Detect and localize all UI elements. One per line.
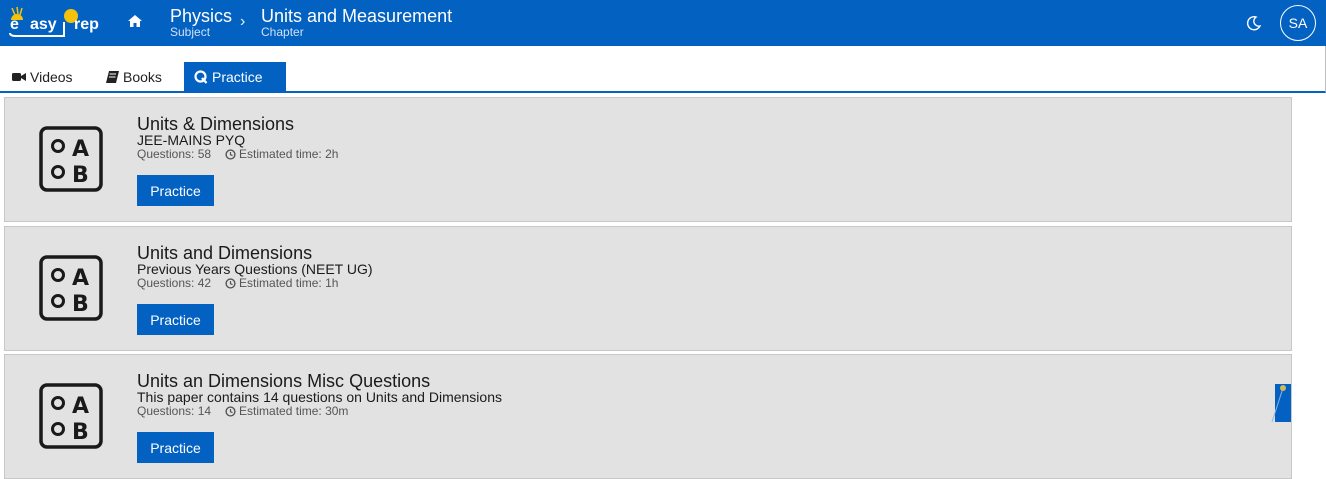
moon-icon[interactable] bbox=[1245, 14, 1263, 32]
practice-button[interactable]: Practice bbox=[137, 304, 214, 335]
tab-practice-label: Practice bbox=[212, 69, 263, 85]
logo-text-prep: rep bbox=[74, 16, 99, 33]
practice-card: A B Units an Dimensions Misc Questions T… bbox=[4, 354, 1292, 479]
card-subtitle: Previous Years Questions (NEET UG) bbox=[137, 261, 373, 277]
card-title: Units an Dimensions Misc Questions bbox=[137, 371, 431, 391]
floating-widget-marker[interactable] bbox=[1262, 384, 1292, 422]
top-bar: e asy rep Physics Subject › Units and Me… bbox=[0, 0, 1326, 46]
svg-text:A: A bbox=[72, 394, 89, 419]
practice-card: A B Units and Dimensions Previous Years … bbox=[4, 226, 1292, 351]
breadcrumb-subject[interactable]: Physics Subject bbox=[170, 6, 232, 38]
svg-text:A: A bbox=[72, 137, 89, 162]
svg-text:B: B bbox=[72, 163, 89, 188]
card-meta: Questions: 14 Estimated time: 30m bbox=[137, 404, 348, 418]
estimated-time: Estimated time: 2h bbox=[239, 147, 339, 161]
clock-icon bbox=[225, 277, 236, 289]
svg-text:B: B bbox=[72, 420, 89, 445]
estimated-time: Estimated time: 1h bbox=[239, 276, 339, 290]
tab-books[interactable]: Books bbox=[96, 62, 172, 92]
clock-icon bbox=[225, 148, 236, 160]
tab-books-label: Books bbox=[123, 69, 162, 85]
subject-name: Physics bbox=[170, 6, 233, 26]
tab-videos[interactable]: Videos bbox=[2, 62, 83, 92]
question-count: Questions: 58 bbox=[137, 147, 212, 161]
clock-icon bbox=[225, 405, 236, 417]
question-count: Questions: 14 bbox=[137, 404, 212, 418]
card-meta: Questions: 42 Estimated time: 1h bbox=[137, 276, 338, 290]
svg-text:B: B bbox=[72, 292, 89, 317]
tab-videos-label: Videos bbox=[30, 69, 73, 85]
easyprep-logo[interactable]: e asy rep bbox=[8, 6, 108, 40]
logo-text-easy: asy bbox=[30, 16, 57, 33]
tab-practice[interactable]: Practice bbox=[184, 62, 286, 92]
video-camera-icon bbox=[12, 73, 26, 81]
ab-quiz-icon: A B bbox=[39, 255, 103, 321]
book-icon bbox=[106, 71, 119, 83]
card-title: Units and Dimensions bbox=[137, 243, 313, 263]
ab-quiz-icon: A B bbox=[39, 383, 103, 449]
chevron-right-icon: › bbox=[240, 13, 246, 30]
practice-card: A B Units & Dimensions JEE-MAINS PYQ Que… bbox=[4, 97, 1292, 222]
subject-label: Subject bbox=[170, 25, 211, 39]
estimated-time: Estimated time: 30m bbox=[239, 404, 349, 418]
card-title: Units & Dimensions bbox=[137, 114, 295, 134]
ab-quiz-icon: A B bbox=[39, 126, 103, 192]
home-icon[interactable] bbox=[127, 13, 143, 29]
practice-button[interactable]: Practice bbox=[137, 432, 214, 463]
q-icon bbox=[194, 70, 208, 84]
card-subtitle: JEE-MAINS PYQ bbox=[137, 132, 246, 148]
chapter-name: Units and Measurement bbox=[261, 6, 453, 26]
card-meta: Questions: 58 Estimated time: 2h bbox=[137, 147, 338, 161]
chapter-label: Chapter bbox=[261, 25, 304, 39]
svg-text:A: A bbox=[72, 266, 89, 291]
tab-bar: Videos Books Practice bbox=[0, 46, 1326, 93]
question-count: Questions: 42 bbox=[137, 276, 212, 290]
card-subtitle: This paper contains 14 questions on Unit… bbox=[137, 389, 502, 405]
breadcrumb-chapter[interactable]: Units and Measurement Chapter bbox=[261, 6, 452, 38]
practice-button[interactable]: Practice bbox=[137, 175, 214, 206]
user-avatar[interactable]: SA bbox=[1280, 5, 1316, 41]
